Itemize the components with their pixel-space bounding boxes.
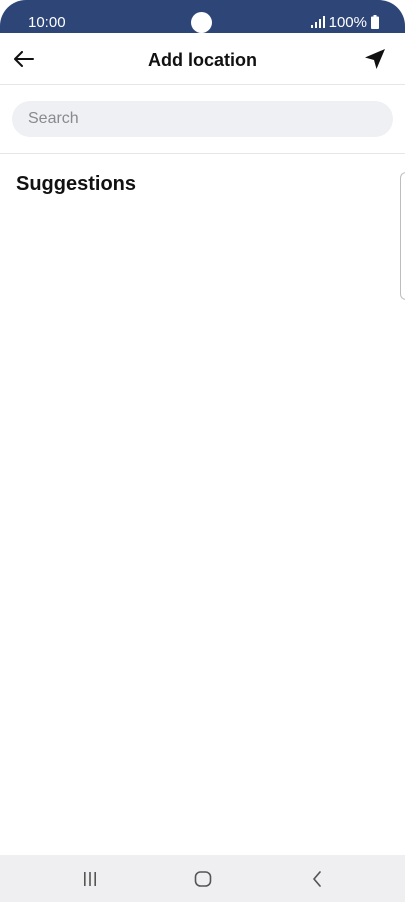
current-location-button[interactable]	[361, 45, 389, 73]
app-bar: Add location	[0, 33, 405, 85]
status-bar: 10:00 100%	[0, 0, 405, 33]
recents-icon	[84, 872, 96, 886]
suggestions-heading: Suggestions	[16, 173, 137, 195]
status-indicators: 100%	[310, 13, 379, 31]
navigation-arrow-icon	[365, 49, 385, 69]
battery-icon	[371, 15, 379, 29]
search-area	[0, 85, 405, 154]
signal-icon	[310, 16, 325, 28]
back-icon	[313, 871, 321, 887]
search-input[interactable]	[12, 101, 393, 137]
camera-cutout	[191, 12, 212, 33]
recents-button[interactable]	[75, 867, 105, 891]
system-back-button[interactable]	[302, 867, 332, 891]
navigation-bar	[0, 855, 405, 902]
home-button[interactable]	[188, 867, 218, 891]
page-title: Add location	[148, 50, 257, 70]
battery-percentage: 100%	[328, 13, 367, 31]
status-time: 10:00	[28, 14, 66, 31]
home-icon	[194, 871, 212, 887]
edge-panel-handle[interactable]	[400, 172, 405, 300]
phone-screen: 10:00 100% Add location Search Suggestio…	[0, 0, 405, 902]
